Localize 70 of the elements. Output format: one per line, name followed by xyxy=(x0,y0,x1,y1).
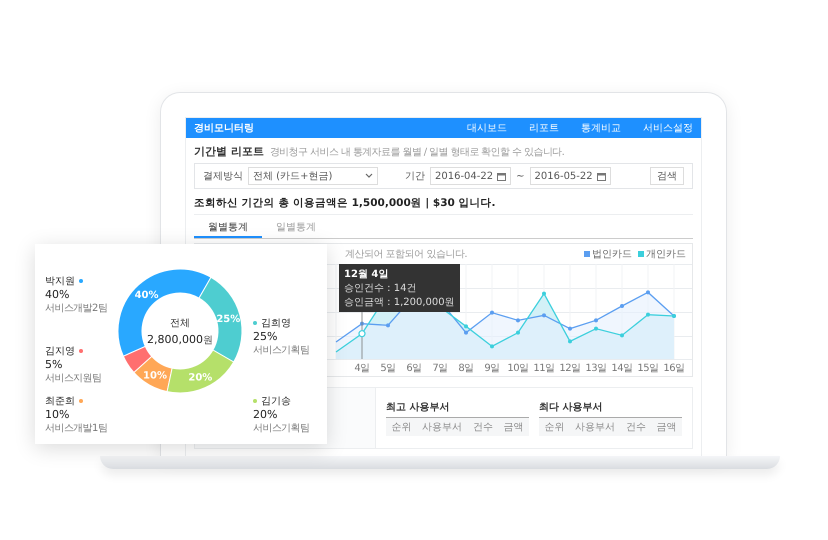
payment-select[interactable]: 전체 (카드+현금) xyxy=(248,167,378,185)
x-axis-label: 4일 xyxy=(354,363,370,374)
calendar-icon xyxy=(596,172,606,180)
date-separator: ~ xyxy=(516,170,525,182)
legend-label: 개인카드 xyxy=(646,248,686,261)
center-label: 전체 xyxy=(170,318,190,329)
x-axis-label: 7일 xyxy=(432,363,448,374)
team-name: 서비스기획팀 xyxy=(253,422,310,435)
slice-label: 40% xyxy=(134,290,158,301)
tooltip-line: 승인건수 : 14건 xyxy=(344,282,418,295)
person-name: 박지원 xyxy=(45,275,75,288)
column-header: 금액 xyxy=(656,421,677,434)
person-name: 최준희 xyxy=(45,395,75,408)
slice-label: 20% xyxy=(188,372,212,384)
start-date-field[interactable]: 2016-04-22 xyxy=(430,167,512,185)
person-name: 김희영 xyxy=(261,317,291,330)
payment-label: 결제방식 xyxy=(203,170,243,183)
nav-link[interactable]: 리포트 xyxy=(529,121,559,135)
person-percent: 10% xyxy=(45,408,70,421)
x-axis-label: 12일 xyxy=(559,363,581,374)
slice-label: 10% xyxy=(143,370,167,382)
nav-link[interactable]: 통계비교 xyxy=(581,121,621,135)
nav-link[interactable]: 서비스설정 xyxy=(643,121,693,135)
column-header: 건수 xyxy=(626,421,646,434)
x-axis-label: 15일 xyxy=(637,363,659,374)
chevron-down-icon xyxy=(365,173,373,179)
column-header: 순위 xyxy=(544,421,564,434)
team-name: 서비스개발1팀 xyxy=(45,422,108,435)
period-label: 기간 xyxy=(405,170,425,183)
x-axis-label: 8일 xyxy=(458,363,474,374)
page-title: 기간별 리포트 xyxy=(194,144,264,159)
team-name: 서비스개발2팀 xyxy=(45,302,108,315)
tooltip-title: 12월 4일 xyxy=(344,268,390,281)
person-percent: 40% xyxy=(45,288,70,301)
nav-link[interactable]: 대시보드 xyxy=(467,121,507,135)
column-header: 사용부서 xyxy=(422,421,462,434)
table-title: 최다 사용부서 xyxy=(539,401,604,414)
team-name: 서비스기획팀 xyxy=(253,344,310,357)
tab[interactable]: 월별통계 xyxy=(194,218,262,238)
end-date-field[interactable]: 2016-05-22 xyxy=(530,167,611,185)
legend-label: 법인카드 xyxy=(592,248,632,261)
slice-label: 25% xyxy=(216,314,240,326)
calendar-icon xyxy=(497,172,506,180)
person-name: 김지영 xyxy=(45,345,75,358)
column-header: 사용부서 xyxy=(575,421,616,434)
x-axis-label: 11일 xyxy=(533,363,555,374)
person-percent: 5% xyxy=(45,358,64,371)
tooltip-line: 승인금액 : 1,200,000원 xyxy=(344,296,455,309)
x-axis-label: 6일 xyxy=(406,363,422,374)
x-axis-label: 10일 xyxy=(507,363,529,374)
column-header: 순위 xyxy=(391,421,412,434)
person-percent: 20% xyxy=(253,408,278,421)
tab[interactable]: 일별통계 xyxy=(262,218,330,238)
team-name: 서비스지원팀 xyxy=(45,372,102,385)
page-subtitle: 경비청구 서비스 내 통계자료를 월별 / 일별 형태로 확인할 수 있습니다. xyxy=(270,146,564,159)
person-percent: 25% xyxy=(253,330,278,343)
x-axis-label: 13일 xyxy=(585,363,607,374)
total-summary: 조회하신 기간의 총 이용금액은 1,500,000원 | $30 입니다. xyxy=(194,189,693,215)
column-header: 금액 xyxy=(504,421,524,434)
x-axis-label: 16일 xyxy=(663,363,685,374)
person-name: 김기송 xyxy=(261,395,291,408)
column-header: 건수 xyxy=(472,421,493,434)
x-axis-label: 14일 xyxy=(611,363,633,374)
chart-note: 계산되어 포함되어 있습니다. xyxy=(345,248,468,261)
search-button[interactable]: 검색 xyxy=(650,167,684,185)
app-logo[interactable]: 경비모니터링 xyxy=(194,121,254,135)
center-total: 2,800,000원 xyxy=(147,333,213,346)
table-title: 최고 사용부서 xyxy=(386,401,450,414)
x-axis-label: 9일 xyxy=(484,363,500,374)
x-axis-label: 5일 xyxy=(380,363,396,374)
